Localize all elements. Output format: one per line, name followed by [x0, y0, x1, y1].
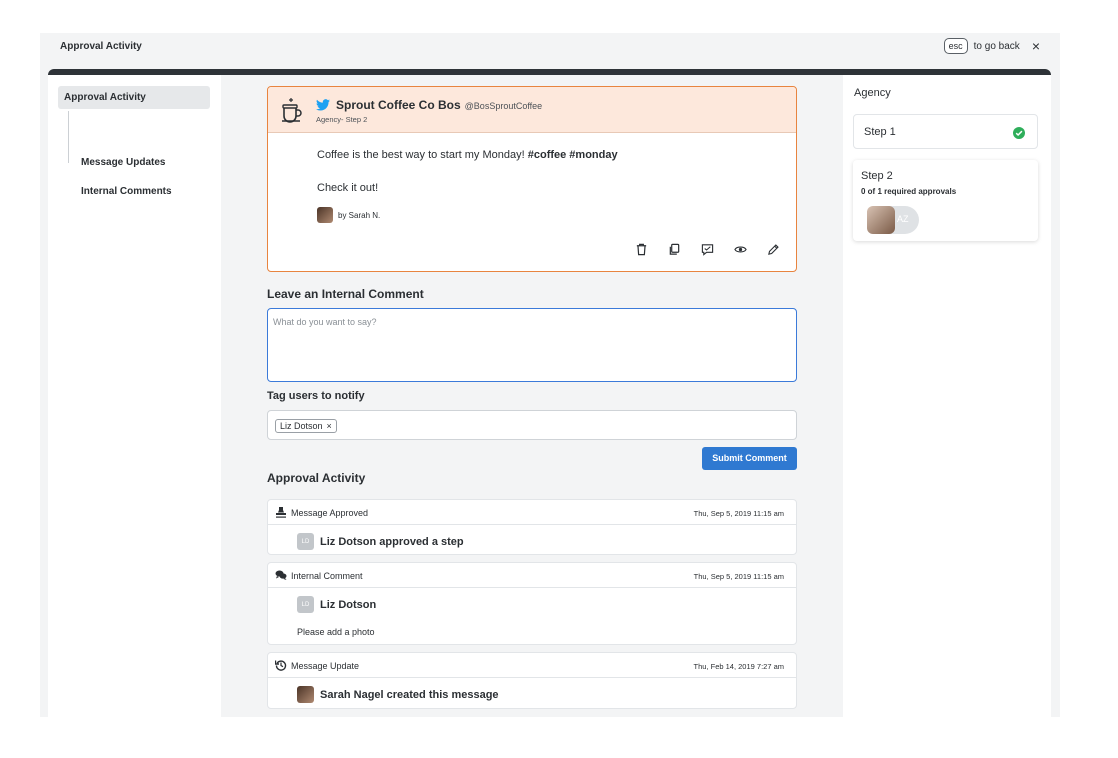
tag-chip-label: Liz Dotson: [280, 421, 323, 431]
activity-summary-row: LD Liz Dotson approved a step: [297, 533, 464, 550]
account-name: Sprout Coffee Co Bos @BosSproutCoffee: [336, 98, 542, 112]
activity-heading: Approval Activity: [267, 471, 366, 485]
sidebar-item-message-updates[interactable]: Message Updates: [81, 157, 165, 168]
activity-date: Thu, Sep 5, 2019 11:15 am: [693, 509, 784, 518]
comments-icon: [275, 570, 287, 580]
avatar: LD: [297, 533, 314, 550]
activity-item: Message Approved Thu, Sep 5, 2019 11:15 …: [267, 499, 797, 555]
go-back-hint: esc to go back ×: [943, 38, 1040, 54]
close-icon[interactable]: ×: [1032, 39, 1040, 53]
post-author: by Sarah N.: [317, 207, 380, 223]
main-content: Sprout Coffee Co Bos @BosSproutCoffee Age…: [221, 75, 843, 717]
account-handle: @BosSproutCoffee: [464, 101, 543, 111]
post-text-line1: Coffee is the best way to start my Monda…: [317, 149, 618, 161]
account-name-text: Sprout Coffee Co Bos: [336, 98, 461, 112]
remove-tag-icon[interactable]: ×: [327, 421, 332, 431]
check-circle-icon: [1013, 127, 1025, 139]
activity-summary-row: Sarah Nagel created this message: [297, 686, 499, 703]
comment-input[interactable]: What do you want to say?: [267, 308, 797, 382]
step-label: Step 1: [864, 126, 896, 138]
top-bar: Approval Activity esc to go back ×: [40, 33, 1060, 69]
tag-chip-liz-dotson: Liz Dotson ×: [275, 419, 337, 433]
comment-text: Please add a photo: [297, 627, 375, 637]
post-text: Coffee is the best way to start my Monda…: [317, 149, 528, 161]
post-actions: [635, 243, 780, 256]
history-icon: [275, 660, 287, 671]
author-avatar: [317, 207, 333, 223]
activity-summary: Liz Dotson: [320, 598, 377, 611]
coffee-cup-icon: [282, 98, 302, 123]
activity-header: Message Approved Thu, Sep 5, 2019 11:15 …: [268, 500, 796, 525]
activity-item: Message Update Thu, Feb 14, 2019 7:27 am…: [267, 652, 797, 709]
activity-summary: Liz Dotson approved a step: [320, 535, 464, 548]
avatar: [297, 686, 314, 703]
activity-type: Message Update: [291, 661, 360, 671]
activity-date: Thu, Sep 5, 2019 11:15 am: [693, 572, 784, 581]
approval-step-1: Step 1: [853, 114, 1038, 149]
comment-heading: Leave an Internal Comment: [267, 287, 424, 301]
tag-users-input[interactable]: Liz Dotson ×: [267, 410, 797, 440]
post-header: Sprout Coffee Co Bos @BosSproutCoffee Age…: [268, 87, 796, 133]
pencil-icon[interactable]: [767, 243, 780, 256]
post-preview-card: Sprout Coffee Co Bos @BosSproutCoffee Age…: [267, 86, 797, 272]
comment-icon[interactable]: [701, 243, 714, 256]
eye-icon[interactable]: [734, 243, 747, 256]
avatar: LD: [297, 596, 314, 613]
step-status: 0 of 1 required approvals: [861, 187, 957, 196]
copy-icon[interactable]: [668, 243, 681, 256]
approval-activity-modal: Approval Activity esc to go back × Appro…: [40, 33, 1060, 717]
esc-label: to go back: [973, 40, 1020, 52]
post-text-line2: Check it out!: [317, 182, 379, 194]
sidebar-item-internal-comments[interactable]: Internal Comments: [81, 186, 172, 197]
page-title: Approval Activity: [60, 41, 142, 52]
activity-header: Message Update Thu, Feb 14, 2019 7:27 am: [268, 653, 796, 678]
approver-avatars: AZ: [867, 206, 919, 234]
activity-item: Internal Comment Thu, Sep 5, 2019 11:15 …: [267, 562, 797, 645]
activity-type: Internal Comment: [291, 571, 363, 581]
step-label: Step 2: [861, 170, 893, 182]
post-hashtags: #coffee #monday: [527, 149, 618, 161]
twitter-icon: [316, 99, 330, 111]
approvals-panel: Agency Step 1 Step 2 0 of 1 required app…: [843, 75, 1051, 717]
stamp-icon: [276, 507, 286, 518]
approval-group-label: Agency: [854, 87, 891, 99]
submit-comment-button[interactable]: Submit Comment: [702, 447, 797, 470]
sidebar: Approval Activity Message Updates Intern…: [48, 75, 221, 717]
activity-summary-row: LD Liz Dotson: [297, 596, 376, 613]
activity-summary: Sarah Nagel created this message: [320, 688, 499, 701]
approver-initials: AZ: [897, 214, 909, 224]
author-label: by Sarah N.: [338, 210, 381, 220]
avatar: [867, 206, 895, 234]
activity-type: Message Approved: [291, 508, 369, 518]
tag-users-heading: Tag users to notify: [267, 390, 365, 402]
approval-step-2: Step 2 0 of 1 required approvals AZ: [853, 160, 1038, 241]
nav-tree-line: [68, 111, 69, 163]
activity-date: Thu, Feb 14, 2019 7:27 am: [693, 662, 784, 671]
trash-icon[interactable]: [635, 243, 648, 256]
post-step-label: Agency- Step 2: [316, 115, 368, 124]
sidebar-item-approval-activity[interactable]: Approval Activity: [58, 86, 210, 109]
esc-key: esc: [943, 38, 968, 54]
activity-header: Internal Comment Thu, Sep 5, 2019 11:15 …: [268, 563, 796, 588]
